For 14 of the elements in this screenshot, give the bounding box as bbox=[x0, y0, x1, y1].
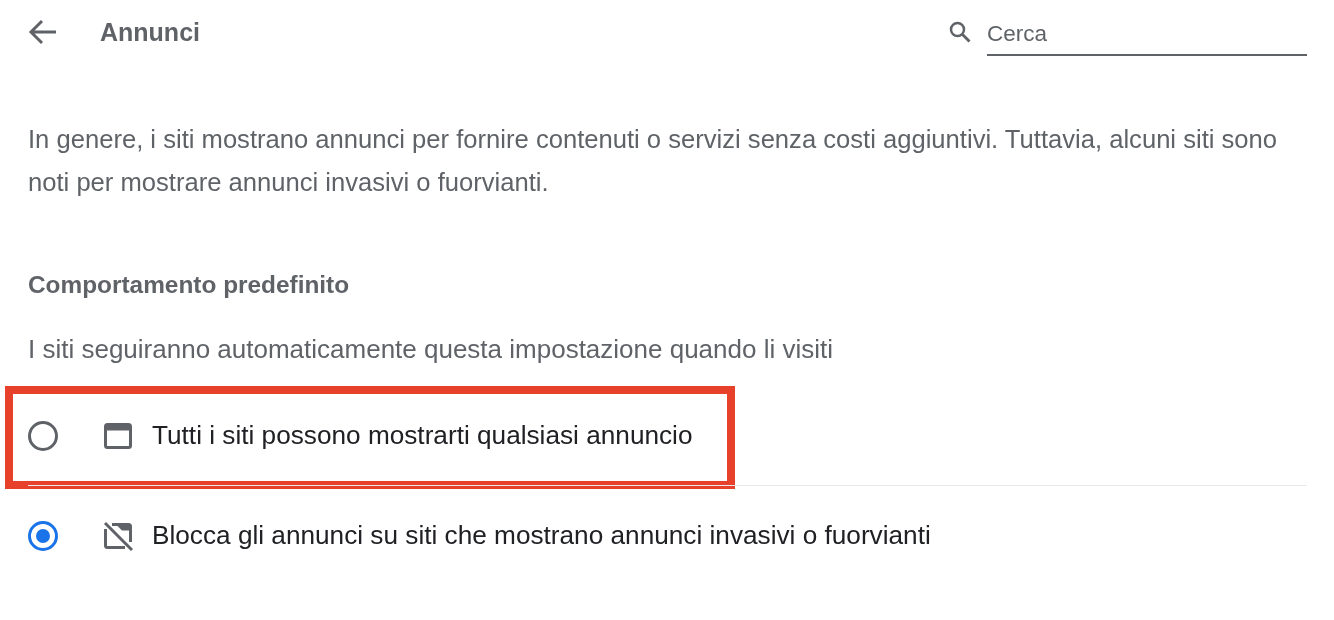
window-icon bbox=[103, 420, 133, 451]
option-label: Tutti i siti possono mostrarti qualsiasi annuncio bbox=[152, 420, 693, 451]
search-field[interactable]: Cerca bbox=[987, 14, 1307, 56]
description-text: In genere, i siti mostrano annunci per fornire contenuti o servizi senza costi aggiuntivi. Tuttavia, alcuni siti sono noti per mostrare annunci invasivi o fuorvianti. bbox=[28, 124, 1279, 198]
section-subtitle: I siti seguiranno automaticamente questa impostazione quando li visiti bbox=[28, 334, 834, 364]
option-label: Blocca gli annunci su siti che mostrano annunci invasivi o fuorvianti bbox=[152, 520, 931, 551]
radio-button[interactable] bbox=[28, 520, 58, 551]
back-button[interactable] bbox=[28, 17, 58, 47]
search-icon bbox=[949, 21, 971, 43]
radio-button[interactable] bbox=[28, 420, 58, 451]
page-title: Annunci bbox=[100, 17, 201, 47]
back-arrow-icon bbox=[28, 17, 58, 47]
section-title: Comportamento predefinito bbox=[28, 270, 351, 300]
crossed-window-icon bbox=[103, 520, 133, 551]
